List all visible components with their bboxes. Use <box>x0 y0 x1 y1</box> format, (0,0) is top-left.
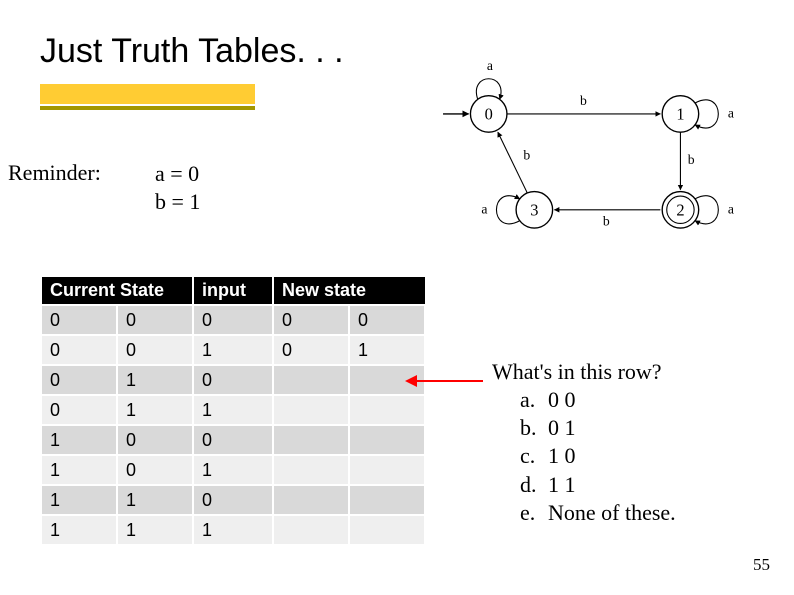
option-c: c. 1 0 <box>520 442 676 470</box>
th-new-state: New state <box>273 276 425 305</box>
question-block: What's in this row? a. 0 0 b. 0 1 c. 1 0… <box>492 358 676 527</box>
question-prompt: What's in this row? <box>492 358 676 386</box>
state-0-label: 0 <box>485 104 493 123</box>
table-row: 0 0 0 0 0 <box>41 305 425 335</box>
pointer-arrow-icon <box>405 367 483 387</box>
state-2-label: 2 <box>676 200 684 219</box>
edge-loop2-label: a <box>728 201 734 216</box>
edge-30-label: b <box>523 148 530 163</box>
state-3-label: 3 <box>530 200 538 219</box>
edge-01-label: b <box>580 93 587 108</box>
option-d: d. 1 1 <box>520 471 676 499</box>
table-header-row: Current State input New state <box>41 276 425 305</box>
page-number: 55 <box>753 555 770 575</box>
table-row: 1 0 1 <box>41 455 425 485</box>
state-1-label: 1 <box>676 104 684 123</box>
slide: Just Truth Tables. . . Reminder: a = 0 b… <box>0 0 794 595</box>
edge-23-label: b <box>603 213 610 228</box>
table-row: 1 0 0 <box>41 425 425 455</box>
title-underline <box>40 84 340 112</box>
th-input: input <box>193 276 273 305</box>
reminder-label: Reminder: <box>8 160 101 186</box>
reminder-values: a = 0 b = 1 <box>155 160 200 215</box>
th-current-state: Current State <box>41 276 193 305</box>
table-row: 1 1 1 <box>41 515 425 545</box>
state-diagram: 0 a b 1 a b 2 a b 3 <box>400 50 760 260</box>
table-row: 1 1 0 <box>41 485 425 515</box>
edge-loop1-label: a <box>728 106 734 121</box>
edge-loop3-label: a <box>481 201 487 216</box>
edge-12-label: b <box>688 152 695 167</box>
reminder-a: a = 0 <box>155 160 200 188</box>
edge-loop0-label: a <box>487 58 493 73</box>
table-row: 0 1 1 <box>41 395 425 425</box>
option-b: b. 0 1 <box>520 414 676 442</box>
table-row: 0 0 1 0 1 <box>41 335 425 365</box>
reminder-b: b = 1 <box>155 188 200 216</box>
option-a: a. 0 0 <box>520 386 676 414</box>
option-e: e. None of these. <box>520 499 676 527</box>
slide-title: Just Truth Tables. . . <box>40 32 344 71</box>
table-row: 0 1 0 <box>41 365 425 395</box>
truth-table: Current State input New state 0 0 0 0 0 … <box>40 275 426 546</box>
